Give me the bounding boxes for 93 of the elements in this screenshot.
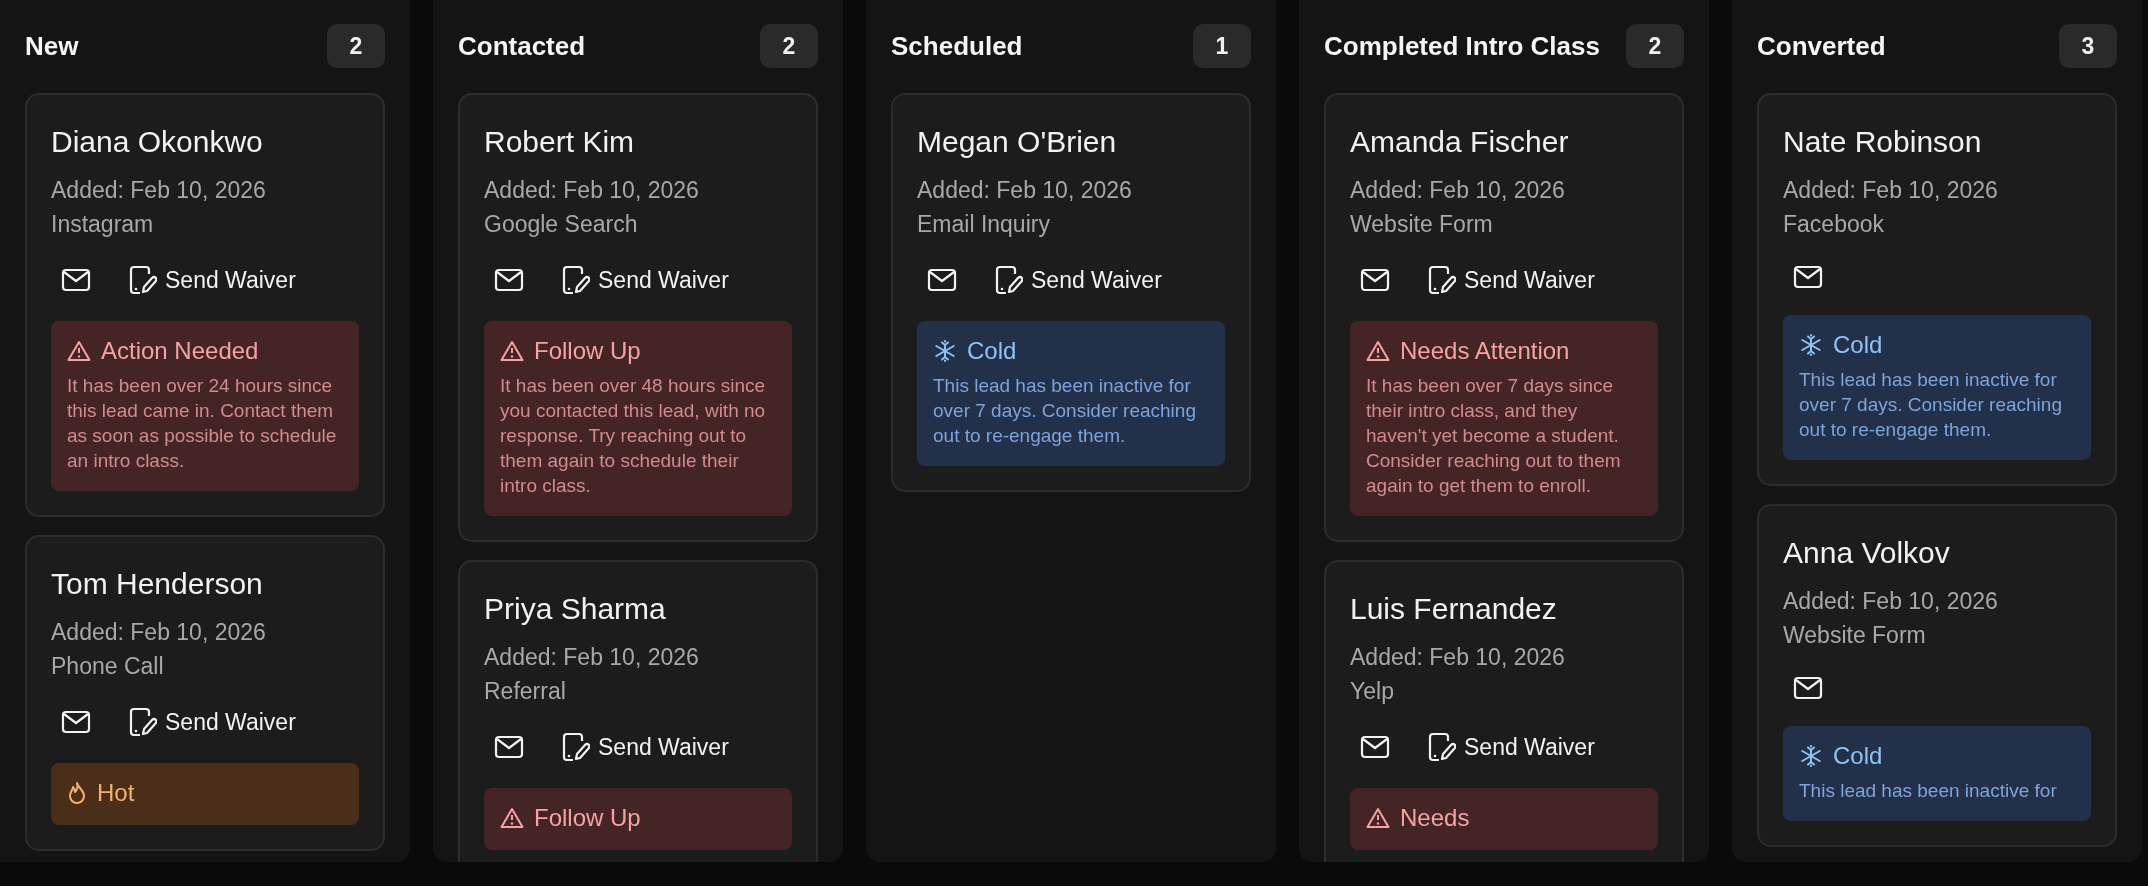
lead-name: Megan O'Brien <box>917 125 1118 159</box>
lead-card[interactable]: Tom Henderson Added: Feb 10, 2026 Phone Call Send Waiver Hot <box>25 535 385 851</box>
count-badge: 2 <box>327 24 385 68</box>
column-title: Scheduled <box>891 30 1023 62</box>
lead-source: Yelp <box>1350 677 1395 706</box>
warning-icon <box>67 340 91 362</box>
added-date: Added: Feb 10, 2026 <box>1783 176 1999 205</box>
lead-name: Amanda Fischer <box>1350 125 1570 159</box>
alert-title: Needs Attention <box>1400 337 1570 365</box>
mail-icon <box>494 268 524 292</box>
lead-name: Priya Sharma <box>484 592 667 626</box>
lead-name: Tom Henderson <box>51 567 264 601</box>
warning-icon <box>500 807 524 829</box>
lead-card[interactable] <box>1324 93 1684 542</box>
document-pen-icon <box>995 265 1023 295</box>
column-title: Converted <box>1757 30 1886 62</box>
lead-source: Email Inquiry <box>917 210 1051 239</box>
count-badge: 1 <box>1193 24 1251 68</box>
alert-message: This lead has been inactive for over 7 days. Consider reaching out to re-engage them. <box>1799 368 2063 442</box>
document-pen-icon <box>129 265 157 295</box>
lead-card[interactable]: Anna Volkov Added: Feb 10, 2026 Website Form Cold This lead has been inactive for <box>1757 504 2117 847</box>
alert-title: Cold <box>1833 331 1883 359</box>
send-waiver-button[interactable]: Send Waiver <box>552 259 739 301</box>
mail-icon <box>61 268 91 292</box>
alert-title: Needs <box>1400 804 1470 832</box>
alert-title: Cold <box>1833 742 1883 770</box>
document-pen-icon <box>129 707 157 737</box>
flame-icon <box>67 781 87 805</box>
snowflake-icon <box>1799 333 1823 357</box>
snowflake-icon <box>933 339 957 363</box>
added-date: Added: Feb 10, 2026 <box>484 176 700 205</box>
send-waiver-button[interactable]: Send Waiver <box>1418 726 1605 768</box>
lead-name: Diana Okonkwo <box>51 125 264 159</box>
alert-title: Action Needed <box>101 337 259 365</box>
count-badge: 3 <box>2059 24 2117 68</box>
send-waiver-button[interactable]: Send Waiver <box>119 259 306 301</box>
document-pen-icon <box>1428 265 1456 295</box>
alert-title: Follow Up <box>534 337 641 365</box>
alert-title: Follow Up <box>534 804 641 832</box>
alert-title: Cold <box>967 337 1017 365</box>
added-date: Added: Feb 10, 2026 <box>1783 587 1999 616</box>
alert-message: It has been over 48 hours since you contacted this lead, with no response. Try reaching out to them again to schedule their intro class. <box>500 374 767 498</box>
lead-card[interactable]: Megan O'Brien Added: Feb 10, 2026 Email Inquiry Send Waiver Cold This lead has been inactive for over 7 days. Consider reaching out to re-engage them. <box>891 93 1251 492</box>
lead-source: Google Search <box>484 210 639 239</box>
lead-source: Website Form <box>1783 621 1927 650</box>
mail-icon <box>1793 676 1823 700</box>
send-waiver-button[interactable]: Send Waiver <box>119 701 306 743</box>
lead-source: Website Form <box>1350 210 1494 239</box>
alert-message: It has been over 24 hours since this lead came in. Contact them as soon as possible to schedule an intro class. <box>67 374 338 473</box>
mail-icon <box>494 735 524 759</box>
alert-title: Hot <box>97 779 135 807</box>
lead-name: Nate Robinson <box>1783 125 1983 159</box>
alert-message: It has been over 7 days since their intro class, and they haven't yet become a student. Consider reaching out to them again to get them to enroll. <box>1366 374 1622 498</box>
lead-source: Phone Call <box>51 652 165 681</box>
send-waiver-button[interactable]: Send Waiver <box>552 726 739 768</box>
warning-icon <box>1366 340 1390 362</box>
lead-name: Robert Kim <box>484 125 636 159</box>
lead-card[interactable]: Diana Okonkwo Added: Feb 10, 2026 Instagram Send Waiver Action Needed It has been over 24 hours since this lead came in. Contact them as soon as possible to schedule an intro class. <box>25 93 385 517</box>
column-title: Completed Intro Class <box>1324 30 1600 62</box>
mail-icon <box>1793 265 1823 289</box>
column-title: New <box>25 30 79 62</box>
document-pen-icon <box>562 732 590 762</box>
count-badge: 2 <box>1626 24 1684 68</box>
lead-card[interactable]: Priya Sharma Added: Feb 10, 2026 Referral Send Waiver Follow Up <box>458 560 818 862</box>
mail-icon <box>1360 268 1390 292</box>
mail-icon <box>927 268 957 292</box>
lead-card[interactable]: Nate Robinson Added: Feb 10, 2026 Facebook Cold This lead has been inactive for over 7 days. Consider reaching out to re-engage them. <box>1757 93 2117 486</box>
document-pen-icon <box>1428 732 1456 762</box>
mail-icon <box>1360 735 1390 759</box>
alert-message: This lead has been inactive for <box>1799 779 2058 803</box>
lead-source: Instagram <box>51 210 155 239</box>
mail-icon <box>61 710 91 734</box>
added-date: Added: Feb 10, 2026 <box>51 618 267 647</box>
snowflake-icon <box>1799 744 1823 768</box>
warning-icon <box>500 340 524 362</box>
added-date: Added: Feb 10, 2026 <box>484 643 700 672</box>
added-date: Added: Feb 10, 2026 <box>1350 643 1566 672</box>
column-title: Contacted <box>458 30 586 62</box>
lead-source: Facebook <box>1783 210 1885 239</box>
lead-card[interactable]: Luis Fernandez Added: Feb 10, 2026 Yelp Send Waiver Needs <box>1324 560 1684 862</box>
added-date: Added: Feb 10, 2026 <box>51 176 267 205</box>
added-date: Added: Feb 10, 2026 <box>1350 176 1566 205</box>
send-waiver-button[interactable]: Send Waiver <box>1418 259 1605 301</box>
lead-name: Anna Volkov <box>1783 536 1951 570</box>
send-waiver-button[interactable]: Send Waiver <box>985 259 1172 301</box>
warning-icon <box>1366 807 1390 829</box>
lead-card[interactable] <box>458 93 818 542</box>
added-date: Added: Feb 10, 2026 <box>917 176 1133 205</box>
count-badge: 2 <box>760 24 818 68</box>
alert-message: This lead has been inactive for over 7 days. Consider reaching out to re-engage them. <box>933 374 1197 448</box>
document-pen-icon <box>562 265 590 295</box>
lead-name: Luis Fernandez <box>1350 592 1558 626</box>
lead-source: Referral <box>484 677 567 706</box>
